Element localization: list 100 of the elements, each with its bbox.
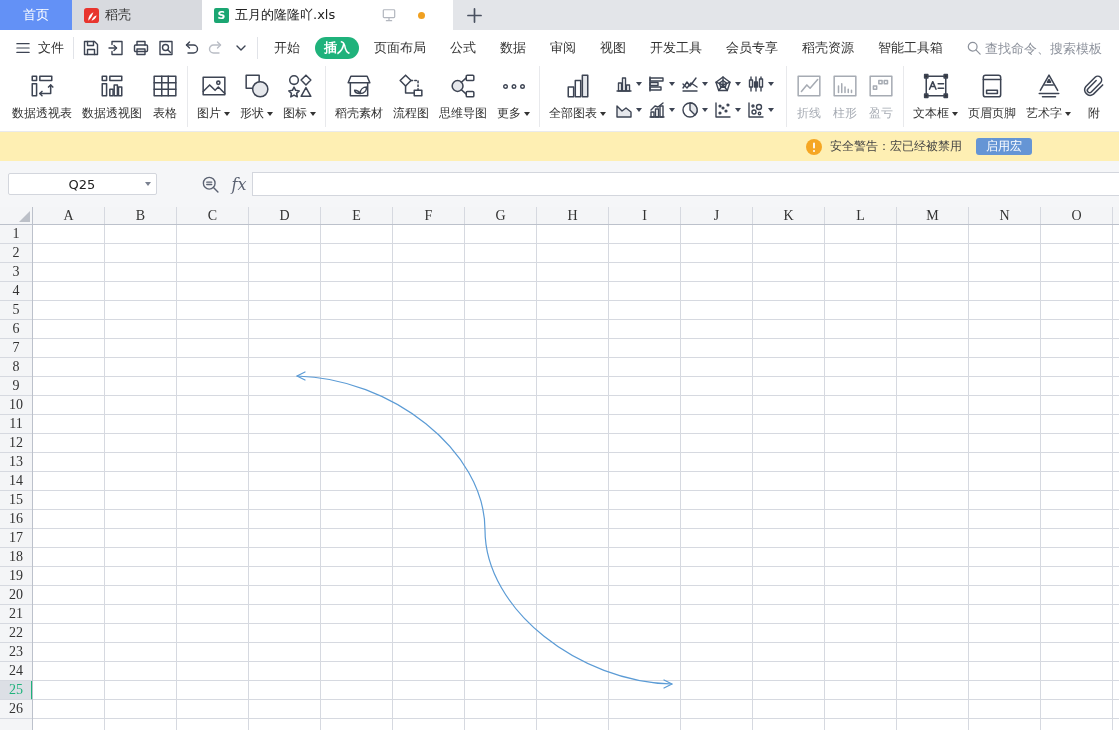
row-header[interactable]: 3: [0, 263, 32, 282]
warning-icon: [806, 138, 822, 155]
more-dots-icon: [502, 83, 525, 89]
ribbon-button[interactable]: 图片: [193, 71, 234, 124]
ribbon-button[interactable]: 流程图: [389, 71, 433, 124]
ribbon-button[interactable]: 全部图表: [545, 71, 610, 124]
radar-chart-icon: [715, 76, 731, 92]
ribbon-tab[interactable]: 稻壳资源: [790, 37, 866, 59]
document-tab[interactable]: 稻壳: [72, 0, 202, 30]
ribbon-button[interactable]: 附: [1077, 71, 1111, 124]
win-loss-icon: [868, 73, 894, 99]
symbols-icon: [286, 73, 313, 99]
pivot-chart-icon: [99, 73, 125, 99]
caret-icon: [636, 108, 642, 112]
search-icon: [967, 41, 981, 55]
caret-icon: [768, 108, 774, 112]
select-all-triangle-icon: [19, 211, 30, 222]
ribbon-tab[interactable]: 视图: [588, 37, 638, 59]
leaf-logo-icon: [84, 7, 99, 23]
caret-icon: [768, 82, 774, 86]
ribbon-tab[interactable]: 开发工具: [638, 37, 714, 59]
row-header[interactable]: 1: [0, 225, 32, 244]
ribbon-tab[interactable]: 公式: [438, 37, 488, 59]
plus-icon: [466, 7, 482, 23]
document-arrow-icon: [107, 40, 124, 56]
row-header[interactable]: 18: [0, 548, 32, 567]
ribbon-button[interactable]: 文本框: [909, 71, 962, 124]
mind-map-icon: [450, 73, 476, 99]
ribbon-button[interactable]: 页眉页脚: [964, 71, 1020, 124]
ribbon-tab[interactable]: 智能工具箱: [866, 37, 955, 59]
caret-icon: [735, 82, 741, 86]
name-box[interactable]: Q25: [8, 173, 157, 195]
insert-function-button[interactable]: fx: [229, 174, 249, 194]
ribbon-tab[interactable]: 页面布局: [362, 37, 438, 59]
magnifier-icon: [202, 175, 219, 193]
ribbon-button[interactable]: 表格: [148, 71, 182, 124]
caret-icon: [669, 82, 675, 86]
formula-input[interactable]: [252, 172, 1119, 196]
caret-icon: [669, 108, 675, 112]
scatter-chart-icon: [715, 102, 731, 118]
row-header[interactable]: 14: [0, 472, 32, 491]
ribbon-button[interactable]: 更多: [493, 71, 534, 124]
monitor-icon: [382, 8, 396, 22]
ribbon-tab[interactable]: 开始: [262, 37, 312, 59]
menu-icon: [16, 41, 30, 55]
row-header[interactable]: 21: [0, 605, 32, 624]
caret-icon: [735, 108, 741, 112]
ribbon-button[interactable]: 艺术字: [1022, 71, 1075, 124]
row-header[interactable]: 5: [0, 301, 32, 320]
storefront-icon: [346, 73, 372, 99]
row-header[interactable]: 8: [0, 358, 32, 377]
line-chart-icon: [682, 76, 698, 92]
sparkline-columns-icon: [832, 73, 858, 99]
horizontal-bar-chart-icon: [649, 76, 665, 92]
row-header[interactable]: 15: [0, 491, 32, 510]
cell-grid[interactable]: [33, 225, 1119, 730]
row-header[interactable]: 2: [0, 244, 32, 263]
file-menu-button[interactable]: 文件: [14, 35, 69, 61]
row-header[interactable]: 20: [0, 586, 32, 605]
row-header[interactable]: 22: [0, 624, 32, 643]
text-box-icon: [922, 73, 949, 99]
ribbon-button[interactable]: 思维导图: [435, 71, 491, 124]
row-header[interactable]: 10: [0, 396, 32, 415]
column-chart-icon: [616, 76, 632, 92]
row-header[interactable]: 17: [0, 529, 32, 548]
caret-icon: [702, 82, 708, 86]
ribbon-button[interactable]: 图标: [279, 71, 320, 124]
row-header[interactable]: 6: [0, 320, 32, 339]
ribbon-button[interactable]: 形状: [236, 71, 277, 124]
ribbon-tab[interactable]: 会员专享: [714, 37, 790, 59]
row-header[interactable]: 4: [0, 282, 32, 301]
caret-icon: [702, 108, 708, 112]
printer-icon: [132, 40, 149, 56]
row-header[interactable]: 7: [0, 339, 32, 358]
ribbon-button[interactable]: 数据透视表: [8, 71, 76, 124]
document-tab[interactable]: S 五月的隆隆吖.xls: [202, 0, 453, 30]
row-header[interactable]: 11: [0, 415, 32, 434]
caret-icon: [636, 82, 642, 86]
row-header[interactable]: 23: [0, 643, 32, 662]
row-header[interactable]: 24: [0, 662, 32, 681]
sparkline-icon: [796, 73, 822, 99]
ribbon-button[interactable]: 数据透视图: [78, 71, 146, 124]
row-header[interactable]: 19: [0, 567, 32, 586]
ribbon-button[interactable]: 稻壳素材: [331, 71, 387, 124]
row-header[interactable]: 9: [0, 377, 32, 396]
save-icon: [82, 40, 99, 56]
ribbon-tab[interactable]: 数据: [488, 37, 538, 59]
shapes-icon: [243, 73, 270, 99]
caret-icon: [145, 182, 151, 186]
row-header[interactable]: 16: [0, 510, 32, 529]
row-header[interactable]: 26: [0, 700, 32, 719]
chevron-down-icon: [235, 45, 246, 51]
flowchart-icon: [398, 73, 424, 99]
ribbon-tab[interactable]: 审阅: [538, 37, 588, 59]
search-field[interactable]: 查找命令、搜索模板: [985, 40, 1119, 56]
row-header[interactable]: 13: [0, 453, 32, 472]
pie-chart-icon: [682, 102, 698, 118]
bubble-chart-icon: [748, 102, 764, 118]
row-header[interactable]: 12: [0, 434, 32, 453]
spreadsheet-logo: S: [214, 7, 229, 23]
